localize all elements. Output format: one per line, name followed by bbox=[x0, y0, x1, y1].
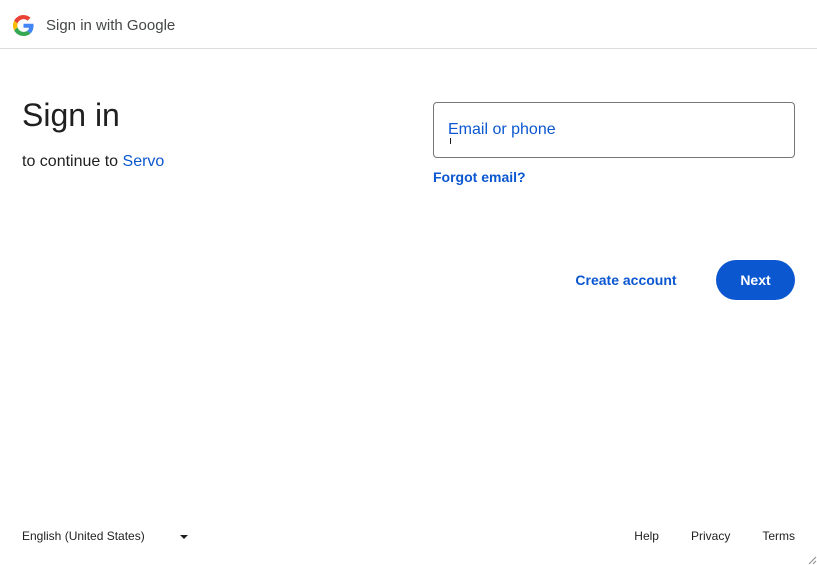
page-title: Sign in bbox=[22, 97, 120, 133]
email-field-container[interactable] bbox=[433, 102, 795, 158]
header-title: Sign in with Google bbox=[46, 17, 176, 34]
text-caret bbox=[450, 138, 451, 144]
dropdown-arrow-icon bbox=[180, 535, 188, 539]
footer-links: Help Privacy Terms bbox=[602, 529, 795, 543]
subtitle: to continue to Servo bbox=[22, 152, 164, 172]
email-field[interactable] bbox=[448, 115, 778, 145]
privacy-link[interactable]: Privacy bbox=[691, 529, 730, 543]
next-button[interactable]: Next bbox=[716, 260, 795, 300]
forgot-email-link[interactable]: Forgot email? bbox=[433, 168, 526, 186]
terms-link[interactable]: Terms bbox=[762, 529, 795, 543]
help-link[interactable]: Help bbox=[634, 529, 659, 543]
google-g-icon bbox=[13, 15, 34, 36]
sign-in-page: Sign in with Google Sign in to continue … bbox=[0, 0, 817, 565]
language-select[interactable]: English (United States) bbox=[22, 527, 192, 547]
app-name-link[interactable]: Servo bbox=[123, 153, 165, 170]
language-label: English (United States) bbox=[22, 529, 145, 543]
subtitle-prefix: to continue to bbox=[22, 153, 119, 170]
header-bar: Sign in with Google bbox=[0, 0, 817, 49]
create-account-button[interactable]: Create account bbox=[560, 260, 692, 300]
resize-handle-icon[interactable] bbox=[807, 555, 817, 565]
